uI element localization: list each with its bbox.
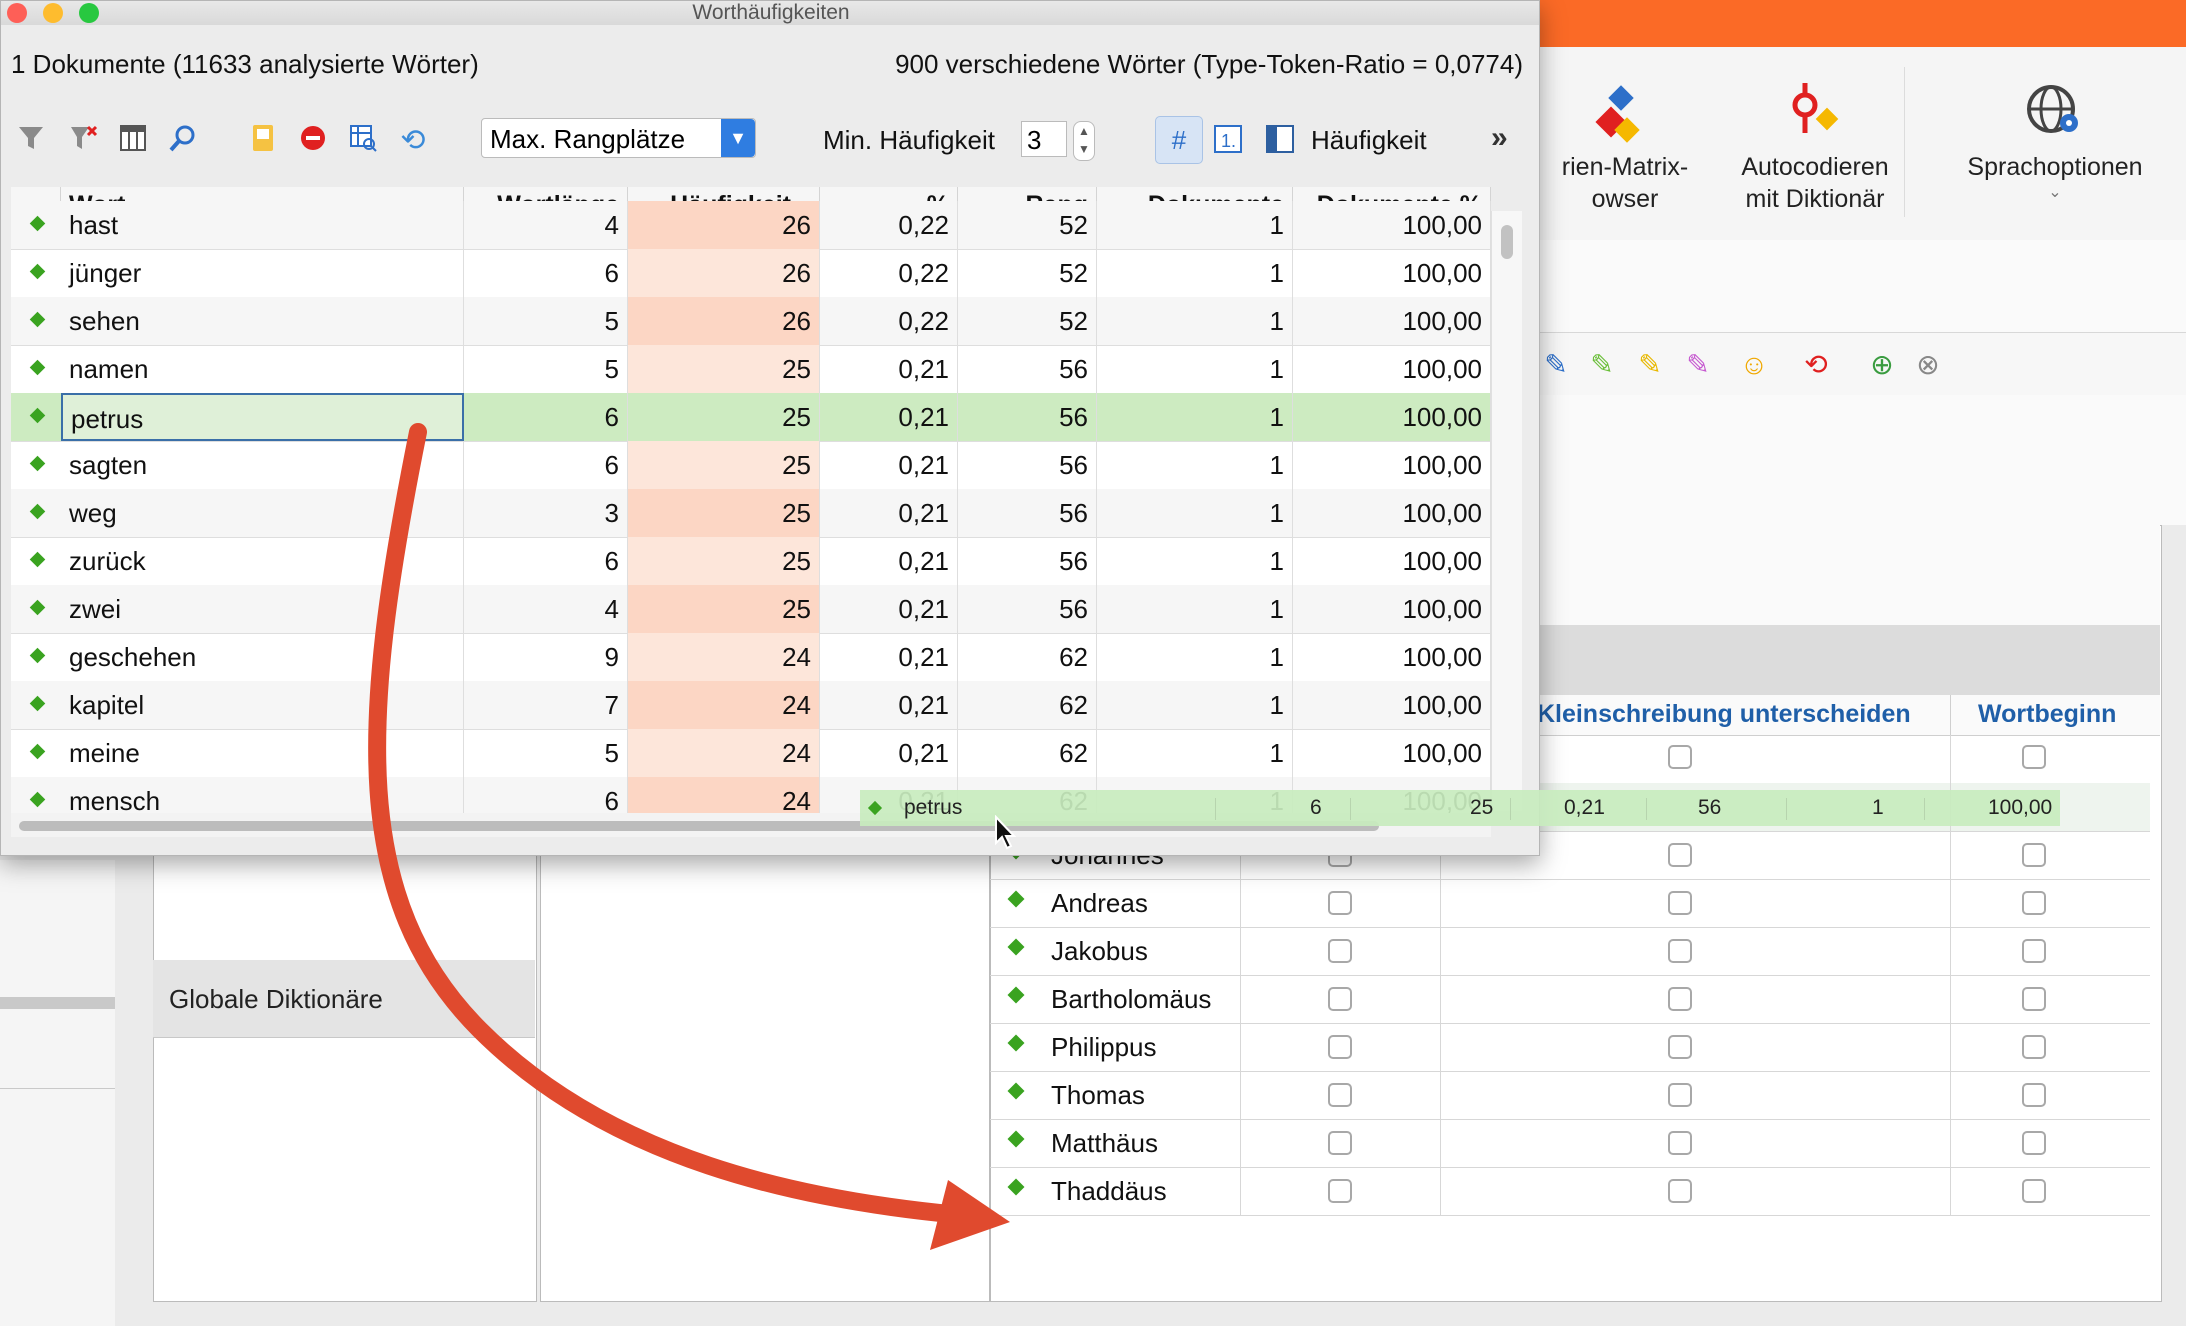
drag-arrow-icon	[368, 423, 1010, 1250]
mouse-cursor-icon	[995, 815, 1016, 850]
